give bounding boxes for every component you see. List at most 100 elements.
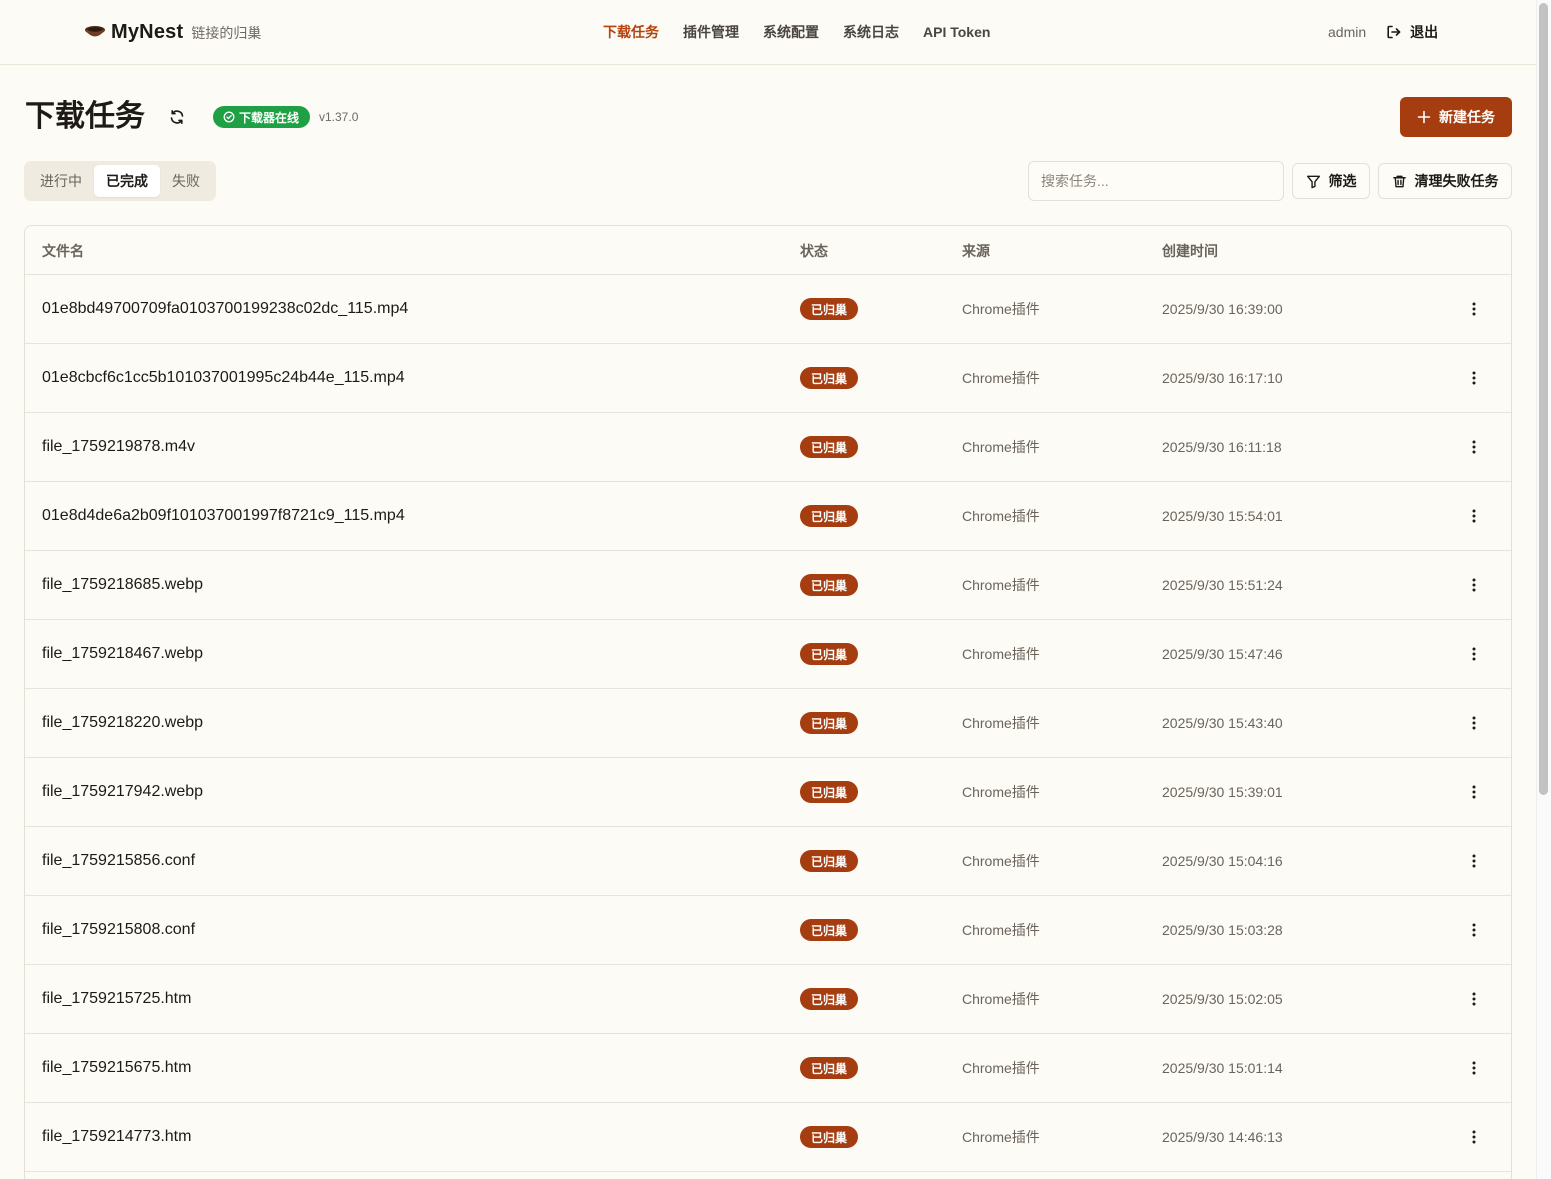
created-time: 2025/9/30 14:46:13 (1162, 1129, 1283, 1145)
table-row[interactable]: file_1759218685.webp 已归巢 Chrome插件 2025/9/30… (25, 551, 1511, 620)
created-time: 2025/9/30 16:17:10 (1162, 370, 1283, 386)
table-row[interactable]: file_1759217942.webp 已归巢 Chrome插件 2025/9/30… (25, 758, 1511, 827)
table-row[interactable]: 01e8cbcf6c1cc5b101037001995c24b44e_115.m… (25, 344, 1511, 413)
nav-item-api-token[interactable]: API Token (923, 24, 990, 40)
created-time: 2025/9/30 15:39:01 (1162, 784, 1283, 800)
filter-button[interactable]: 筛选 (1292, 163, 1370, 199)
row-menu-button[interactable] (1463, 551, 1485, 619)
table-row[interactable]: file_1759218220.webp 已归巢 Chrome插件 2025/9/30… (25, 689, 1511, 758)
status-cell: 已归巢 (800, 1034, 859, 1102)
new-task-button[interactable]: 新建任务 (1400, 97, 1512, 137)
table-row[interactable]: file_1759215856.conf 已归巢 Chrome插件 2025/9/30… (25, 827, 1511, 896)
status-cell: 已归巢 (800, 758, 859, 826)
row-menu-button[interactable] (1463, 758, 1485, 826)
table-row[interactable]: file_1759214773.htm 已归巢 Chrome插件 2025/9/30 … (25, 1103, 1511, 1172)
file-name[interactable]: file_1759214773.htm (42, 1103, 191, 1171)
source-cell: Chrome插件 (962, 301, 1040, 317)
status-badge: 已归巢 (800, 1126, 859, 1148)
table-row[interactable]: file_1759215725.htm 已归巢 Chrome插件 2025/9/30 … (25, 965, 1511, 1034)
status-badge: 已归巢 (800, 919, 859, 941)
tab-in-progress[interactable]: 进行中 (28, 165, 94, 197)
status-cell: 已归巢 (800, 1103, 859, 1171)
row-menu-button[interactable] (1463, 1034, 1485, 1102)
status-cell: 已归巢 (800, 620, 859, 688)
row-menu-button[interactable] (1463, 689, 1485, 757)
refresh-icon (170, 110, 184, 124)
refresh-button[interactable] (166, 106, 188, 128)
file-name[interactable]: file_1759217942.webp (42, 758, 203, 826)
row-menu-button[interactable] (1463, 965, 1485, 1033)
file-name[interactable]: file_1759218685.webp (42, 551, 203, 619)
row-menu-button[interactable] (1463, 620, 1485, 688)
status-cell: 已归巢 (800, 275, 859, 343)
table-row[interactable]: file_1759215808.conf 已归巢 Chrome插件 2025/9/30… (25, 896, 1511, 965)
file-name[interactable]: 01e8cbcf6c1cc5b101037001995c24b44e_115.m… (42, 344, 405, 412)
file-name[interactable]: file_1759215808.conf (42, 896, 195, 964)
tasks-table: 文件名 状态 来源 创建时间 01e8bd49700709fa010370019… (24, 225, 1512, 1179)
file-name[interactable]: file_1759218220.webp (42, 689, 203, 757)
nav-item-logs[interactable]: 系统日志 (843, 22, 899, 42)
new-task-label: 新建任务 (1439, 109, 1495, 125)
row-menu-button[interactable] (1463, 827, 1485, 895)
table-row[interactable]: file_1759218467.webp 已归巢 Chrome插件 2025/9/30… (25, 620, 1511, 689)
file-name[interactable]: file_1759219878.m4v (42, 413, 195, 481)
more-vertical-icon (1472, 992, 1476, 1006)
status-badge: 已归巢 (800, 850, 859, 872)
row-menu-button[interactable] (1463, 413, 1485, 481)
trash-icon (1392, 175, 1406, 187)
file-name[interactable]: file_1759218467.webp (42, 620, 203, 688)
created-time: 2025/9/30 16:11:18 (1162, 439, 1282, 455)
brand[interactable]: MyNest 链接的归巢 (84, 20, 261, 44)
logout-button[interactable]: 退出 (1386, 22, 1438, 42)
more-vertical-icon (1472, 509, 1476, 523)
row-menu-button[interactable] (1463, 482, 1485, 550)
brand-name: MyNest (111, 20, 184, 43)
file-name[interactable]: file_1759215725.htm (42, 965, 191, 1033)
file-name[interactable]: file_1759215856.conf (42, 827, 195, 895)
column-header-filename[interactable]: 文件名 (42, 243, 84, 259)
downloader-status-badge: 下载器在线 (213, 106, 311, 128)
status-tabs: 进行中 已完成 失败 (24, 161, 216, 201)
file-name[interactable]: 01e8d4de6a2b09f101037001997f8721c9_115.m… (42, 482, 405, 550)
downloader-status-text: 下载器在线 (239, 110, 300, 125)
row-menu-button[interactable] (1463, 344, 1485, 412)
status-cell: 已归巢 (800, 827, 859, 895)
tab-failed[interactable]: 失败 (160, 165, 212, 197)
row-menu-button[interactable] (1463, 896, 1485, 964)
status-badge: 已归巢 (800, 988, 859, 1010)
status-badge: 已归巢 (800, 643, 859, 665)
column-header-status[interactable]: 状态 (800, 243, 828, 259)
nav-item-downloads[interactable]: 下载任务 (603, 22, 659, 42)
file-name[interactable]: 01e8bd49700709fa0103700199238c02dc_115.m… (42, 275, 408, 343)
table-row[interactable]: 01e8bd49700709fa0103700199238c02dc_115.m… (25, 275, 1511, 344)
user-menu: admin 退出 (1328, 22, 1438, 42)
plus-icon (1417, 110, 1431, 124)
row-menu-button[interactable] (1463, 1103, 1485, 1171)
table-row[interactable]: file_1759215675.htm 已归巢 Chrome插件 2025/9/30 … (25, 1034, 1511, 1103)
page-scrollbar-thumb[interactable] (1539, 3, 1548, 795)
column-header-created[interactable]: 创建时间 (1162, 243, 1218, 259)
table-row[interactable]: 01e8d4de6a2b09f101037001997f8721c9_115.m… (25, 482, 1511, 551)
clear-failed-label: 清理失败任务 (1414, 173, 1499, 189)
file-name[interactable]: file_1759215675.htm (42, 1034, 191, 1102)
main-nav: 下载任务 插件管理 系统配置 系统日志 API Token (603, 22, 1014, 42)
created-time: 2025/9/30 15:43:40 (1162, 715, 1283, 731)
column-header-source[interactable]: 来源 (962, 243, 990, 259)
page-title: 下载任务 (25, 100, 145, 133)
clear-failed-button[interactable]: 清理失败任务 (1378, 163, 1512, 199)
check-circle-icon (223, 111, 235, 123)
table-row[interactable]: file_1759219878.m4v 已归巢 Chrome插件 2025/9/30 … (25, 413, 1511, 482)
username: admin (1328, 24, 1367, 40)
row-menu-button[interactable] (1463, 275, 1485, 343)
source-cell: Chrome插件 (962, 715, 1040, 731)
source-cell: Chrome插件 (962, 784, 1040, 800)
created-time: 2025/9/30 15:54:01 (1162, 508, 1283, 524)
created-time: 2025/9/30 15:02:05 (1162, 991, 1283, 1007)
more-vertical-icon (1472, 785, 1476, 799)
nav-item-plugins[interactable]: 插件管理 (683, 22, 739, 42)
more-vertical-icon (1472, 1130, 1476, 1144)
nav-item-settings[interactable]: 系统配置 (763, 22, 819, 42)
tab-completed[interactable]: 已完成 (94, 165, 160, 197)
search-input[interactable] (1028, 161, 1284, 201)
status-badge: 已归巢 (800, 298, 859, 320)
